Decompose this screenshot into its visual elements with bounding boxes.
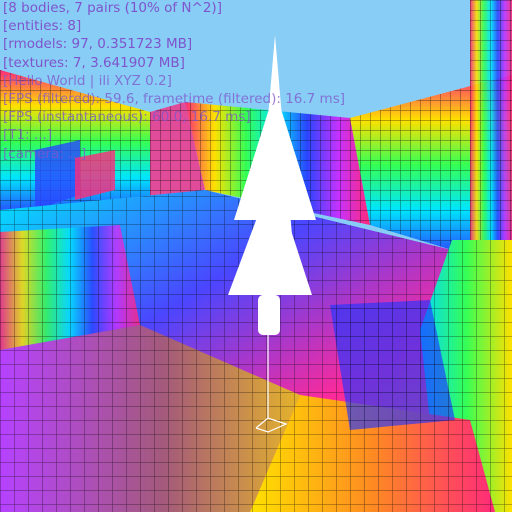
hud-title-line: [Hello World | ili XYZ 0.2] — [3, 72, 172, 89]
hud-rmodels-line: [rmodels: 97, 0.351723 MB] — [3, 36, 193, 53]
hud-fps-instant-line: [FPS (instantaneous): 60.0, 16.7 ms] — [3, 109, 251, 126]
hud-fps-filtered-line: [FPS (filtered): 59.6, frametime (filter… — [3, 91, 346, 108]
hud-textures-line: [textures: 7, 3.641907 MB] — [3, 54, 185, 71]
hud-timer-line: [T1: ...] — [3, 127, 53, 144]
hud-entities-line: [entities: 8] — [3, 18, 82, 35]
hud-camera-line: [camera: ...] — [3, 145, 87, 162]
game-viewport[interactable]: [8 bodies, 7 pairs (10% of N^2)] [entiti… — [0, 0, 512, 512]
hud-bodies-line: [8 bodies, 7 pairs (10% of N^2)] — [3, 0, 222, 16]
debug-hud: [8 bodies, 7 pairs (10% of N^2)] [entiti… — [3, 0, 345, 163]
